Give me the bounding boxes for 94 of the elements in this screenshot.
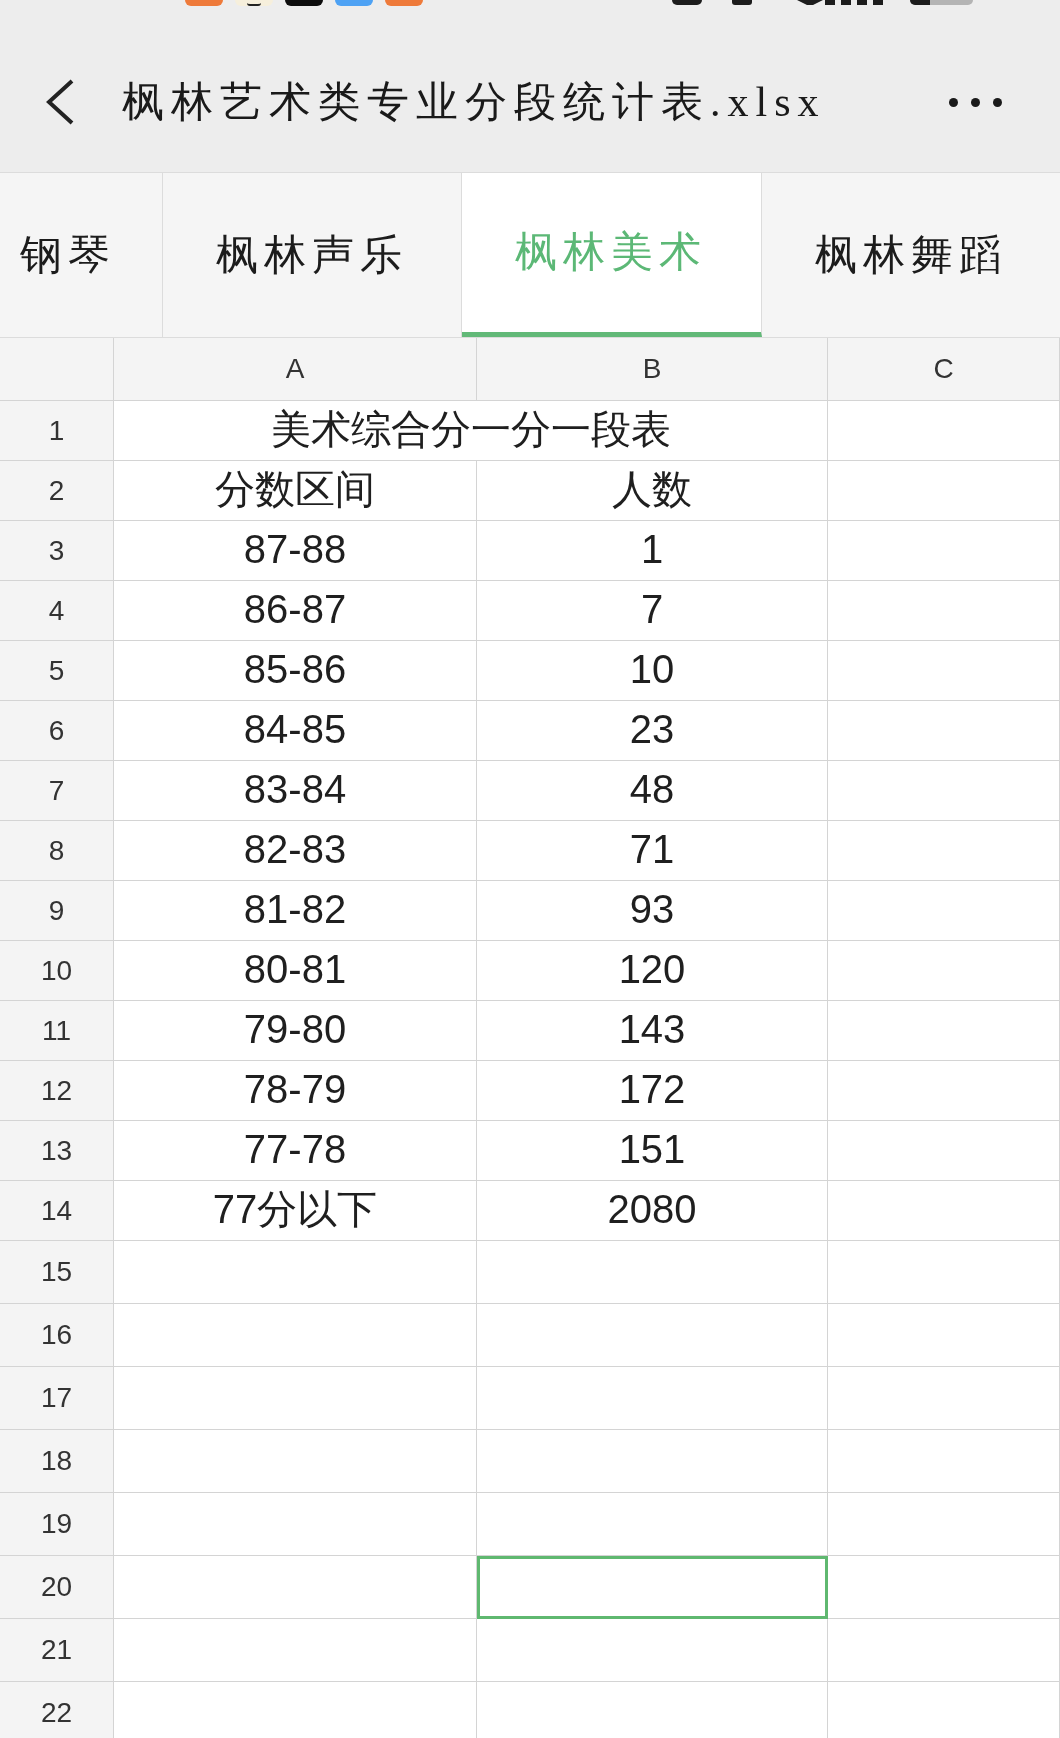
row-header[interactable]: 17 (0, 1367, 114, 1430)
row-header[interactable]: 22 (0, 1682, 114, 1738)
empty-cell[interactable] (828, 1241, 1060, 1304)
more-icon (948, 97, 1002, 107)
empty-cell[interactable] (828, 1181, 1060, 1241)
column-header[interactable]: C (828, 338, 1060, 401)
row-header[interactable]: 12 (0, 1061, 114, 1121)
table-cell[interactable]: 82-83 (114, 821, 477, 881)
empty-cell[interactable] (477, 1430, 828, 1493)
empty-cell[interactable] (828, 1556, 1060, 1619)
table-cell[interactable]: 48 (477, 761, 828, 821)
empty-cell[interactable] (828, 881, 1060, 941)
battery-icon (910, 0, 973, 5)
table-cell[interactable]: 77-78 (114, 1121, 477, 1181)
table-cell[interactable]: 80-81 (114, 941, 477, 1001)
empty-cell[interactable] (828, 641, 1060, 701)
row-header[interactable]: 14 (0, 1181, 114, 1241)
table-cell[interactable]: 84-85 (114, 701, 477, 761)
row-header[interactable]: 21 (0, 1619, 114, 1682)
chevron-left-icon (45, 79, 75, 125)
empty-cell[interactable] (477, 1619, 828, 1682)
row-header[interactable]: 7 (0, 761, 114, 821)
sheet-tab[interactable]: 枫林舞蹈 (761, 173, 1060, 337)
table-cell[interactable]: 71 (477, 821, 828, 881)
empty-cell[interactable] (477, 1493, 828, 1556)
empty-cell[interactable] (828, 1493, 1060, 1556)
table-cell[interactable]: 10 (477, 641, 828, 701)
table-cell[interactable]: 7 (477, 581, 828, 641)
empty-cell[interactable] (828, 1619, 1060, 1682)
table-cell[interactable]: 分数区间 (114, 461, 477, 521)
table-cell[interactable]: 120 (477, 941, 828, 1001)
row-header[interactable]: 6 (0, 701, 114, 761)
empty-cell[interactable] (828, 521, 1060, 581)
table-cell[interactable]: 85-86 (114, 641, 477, 701)
table-cell[interactable]: 151 (477, 1121, 828, 1181)
table-cell[interactable]: 143 (477, 1001, 828, 1061)
empty-cell[interactable] (828, 1430, 1060, 1493)
table-cell[interactable]: 78-79 (114, 1061, 477, 1121)
app-icon (235, 0, 273, 6)
empty-cell[interactable] (477, 1304, 828, 1367)
app-icon (335, 0, 373, 6)
app-icon (385, 0, 423, 6)
wifi-icon (797, 0, 823, 5)
app-icon (185, 0, 223, 6)
signal-icon (825, 0, 883, 5)
empty-cell[interactable] (477, 1241, 828, 1304)
table-cell[interactable]: 79-80 (114, 1001, 477, 1061)
row-header[interactable]: 15 (0, 1241, 114, 1304)
table-cell[interactable]: 人数 (477, 461, 828, 521)
column-header[interactable]: A (114, 338, 477, 401)
empty-cell[interactable] (477, 1556, 828, 1619)
row-header[interactable]: 2 (0, 461, 114, 521)
empty-cell[interactable] (477, 1367, 828, 1430)
column-header[interactable]: B (477, 338, 828, 401)
table-cell[interactable]: 86-87 (114, 581, 477, 641)
row-header[interactable]: 4 (0, 581, 114, 641)
table-cell[interactable]: 93 (477, 881, 828, 941)
sheet-tab[interactable]: 钢琴 (0, 173, 163, 337)
row-header[interactable]: 11 (0, 1001, 114, 1061)
row-header[interactable]: 20 (0, 1556, 114, 1619)
table-cell[interactable]: 83-84 (114, 761, 477, 821)
table-cell[interactable]: 1 (477, 521, 828, 581)
row-header[interactable]: 3 (0, 521, 114, 581)
table-cell[interactable]: 美术综合分一分一段表 (114, 401, 828, 461)
row-header[interactable]: 9 (0, 881, 114, 941)
empty-cell[interactable] (828, 1367, 1060, 1430)
empty-cell[interactable] (828, 401, 1060, 461)
row-header[interactable]: 1 (0, 401, 114, 461)
row-header[interactable]: 10 (0, 941, 114, 1001)
table-cell[interactable]: 23 (477, 701, 828, 761)
row-header[interactable]: 16 (0, 1304, 114, 1367)
table-cell[interactable]: 172 (477, 1061, 828, 1121)
empty-cell[interactable] (828, 1121, 1060, 1181)
empty-cell[interactable] (828, 1001, 1060, 1061)
row-header[interactable]: 5 (0, 641, 114, 701)
row-header[interactable]: 18 (0, 1430, 114, 1493)
row-header[interactable]: 8 (0, 821, 114, 881)
empty-cell[interactable] (828, 761, 1060, 821)
empty-cell[interactable] (828, 941, 1060, 1001)
table-cell[interactable]: 77分以下 (114, 1181, 477, 1241)
row-header[interactable]: 19 (0, 1493, 114, 1556)
app-icon (285, 0, 323, 6)
row-header[interactable]: 13 (0, 1121, 114, 1181)
empty-cell[interactable] (828, 1304, 1060, 1367)
square-icon (732, 0, 752, 5)
empty-cell[interactable] (828, 701, 1060, 761)
empty-cell[interactable] (828, 581, 1060, 641)
table-cell[interactable]: 87-88 (114, 521, 477, 581)
table-cell[interactable]: 81-82 (114, 881, 477, 941)
empty-cell[interactable] (828, 821, 1060, 881)
window-title: 枫林艺术类专业分段统计表.xlsx (122, 77, 826, 127)
empty-cell[interactable] (828, 461, 1060, 521)
table-cell[interactable]: 2080 (477, 1181, 828, 1241)
empty-cell[interactable] (828, 1061, 1060, 1121)
